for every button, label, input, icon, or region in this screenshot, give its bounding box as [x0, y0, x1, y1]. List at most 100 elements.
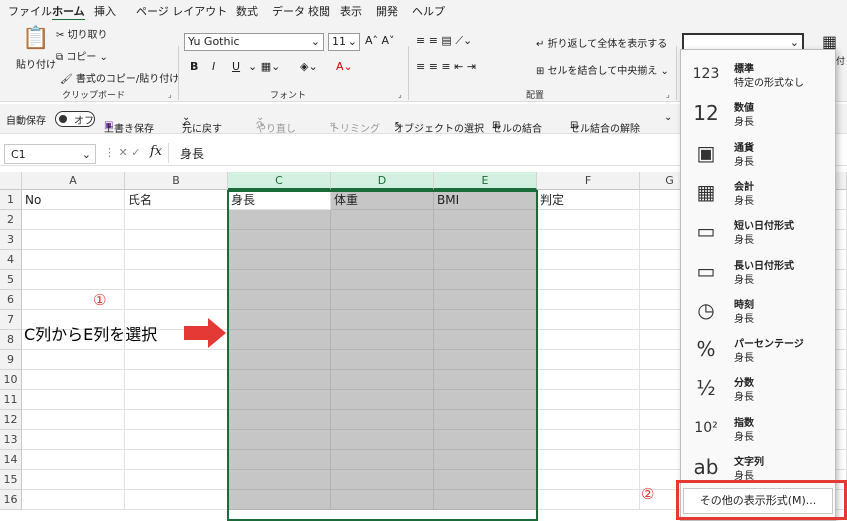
cell-e11[interactable]: [434, 390, 537, 410]
cell-c6[interactable]: [228, 290, 331, 310]
cell-c13[interactable]: [228, 430, 331, 450]
font-color-icon[interactable]: A⌄: [336, 60, 353, 73]
cell-d13[interactable]: [331, 430, 434, 450]
cell-c14[interactable]: [228, 450, 331, 470]
cell-b13[interactable]: [125, 430, 228, 450]
row-header-16[interactable]: 16: [0, 490, 22, 510]
cell-b12[interactable]: [125, 410, 228, 430]
cell-d6[interactable]: [331, 290, 434, 310]
row-header-7[interactable]: 7: [0, 310, 22, 330]
cell-f10[interactable]: [537, 370, 640, 390]
format-item-9[interactable]: 10² 指数 身長: [681, 408, 835, 447]
cell-e6[interactable]: [434, 290, 537, 310]
cell-b15[interactable]: [125, 470, 228, 490]
font-name-select[interactable]: Yu Gothic ⌄: [184, 33, 324, 51]
cell-c2[interactable]: [228, 210, 331, 230]
cell-f5[interactable]: [537, 270, 640, 290]
row-header-14[interactable]: 14: [0, 450, 22, 470]
fill-color-icon[interactable]: ◈⌄: [300, 60, 318, 73]
cell-d11[interactable]: [331, 390, 434, 410]
format-item-0[interactable]: 123 標準 特定の形式なし: [681, 54, 835, 93]
format-item-3[interactable]: ▦ 会計 身長: [681, 172, 835, 211]
cell-e1[interactable]: BMI: [434, 190, 537, 210]
cell-e3[interactable]: [434, 230, 537, 250]
cell-f15[interactable]: [537, 470, 640, 490]
cell-b3[interactable]: [125, 230, 228, 250]
cell-f8[interactable]: [537, 330, 640, 350]
cell-a6[interactable]: [22, 290, 125, 310]
cell-f12[interactable]: [537, 410, 640, 430]
cell-c4[interactable]: [228, 250, 331, 270]
font-size-select[interactable]: 11 ⌄: [328, 33, 360, 51]
copy-button[interactable]: ⧉ コピー ⌄: [56, 48, 108, 63]
merge-center-button[interactable]: ⊞ セルを結合して中央揃え ⌄: [536, 62, 669, 77]
cell-b2[interactable]: [125, 210, 228, 230]
cell-c5[interactable]: [228, 270, 331, 290]
cell-d16[interactable]: [331, 490, 434, 510]
row-header-4[interactable]: 4: [0, 250, 22, 270]
cell-b9[interactable]: [125, 350, 228, 370]
cell-c16[interactable]: [228, 490, 331, 510]
row-header-13[interactable]: 13: [0, 430, 22, 450]
paste-button[interactable]: 貼り付け: [16, 56, 56, 71]
autosave-toggle[interactable]: オフ: [55, 111, 95, 127]
col-header-a[interactable]: A: [22, 172, 125, 190]
cell-c12[interactable]: [228, 410, 331, 430]
underline-button[interactable]: U: [232, 60, 240, 73]
cell-a12[interactable]: [22, 410, 125, 430]
cell-e8[interactable]: [434, 330, 537, 350]
tab-formulas[interactable]: 数式: [236, 3, 258, 19]
tab-file[interactable]: ファイル: [8, 3, 52, 19]
italic-button[interactable]: I: [212, 60, 215, 73]
tab-developer[interactable]: 開発: [376, 3, 398, 19]
select-all-corner[interactable]: [0, 172, 22, 190]
align-top-icon[interactable]: ≡ ≡ ▤ ⟋⌄: [416, 34, 472, 48]
cell-c15[interactable]: [228, 470, 331, 490]
cell-e16[interactable]: [434, 490, 537, 510]
cell-b1[interactable]: 氏名: [125, 190, 228, 210]
cell-e14[interactable]: [434, 450, 537, 470]
cell-e4[interactable]: [434, 250, 537, 270]
tab-help[interactable]: ヘルプ: [412, 3, 445, 19]
cell-d12[interactable]: [331, 410, 434, 430]
format-item-5[interactable]: ▭ 長い日付形式 身長: [681, 251, 835, 290]
cell-b6[interactable]: [125, 290, 228, 310]
cell-a13[interactable]: [22, 430, 125, 450]
cell-f14[interactable]: [537, 450, 640, 470]
font-grow-icon[interactable]: A˄ A˅: [365, 34, 395, 47]
col-header-b[interactable]: B: [125, 172, 228, 190]
cell-c7[interactable]: [228, 310, 331, 330]
cell-f6[interactable]: [537, 290, 640, 310]
cell-e2[interactable]: [434, 210, 537, 230]
row-header-3[interactable]: 3: [0, 230, 22, 250]
format-ribbon-overflow[interactable]: 付: [836, 54, 845, 67]
tab-review[interactable]: 校閲: [308, 3, 330, 19]
name-box[interactable]: C1 ⌄: [4, 144, 96, 164]
cell-a10[interactable]: [22, 370, 125, 390]
cell-a1[interactable]: No: [22, 190, 125, 210]
row-header-10[interactable]: 10: [0, 370, 22, 390]
cell-c8[interactable]: [228, 330, 331, 350]
format-item-8[interactable]: ½ 分数 身長: [681, 368, 835, 407]
cell-f16[interactable]: [537, 490, 640, 510]
cell-b5[interactable]: [125, 270, 228, 290]
cell-d15[interactable]: [331, 470, 434, 490]
cell-d9[interactable]: [331, 350, 434, 370]
cell-d1[interactable]: 体重: [331, 190, 434, 210]
formula-input[interactable]: 身長: [180, 145, 204, 162]
cell-d3[interactable]: [331, 230, 434, 250]
tab-view[interactable]: 表示: [340, 3, 362, 19]
tab-data[interactable]: データ: [272, 3, 305, 19]
cell-f9[interactable]: [537, 350, 640, 370]
tab-page-layout[interactable]: ページ レイアウト: [136, 3, 227, 19]
bold-button[interactable]: B: [190, 60, 198, 73]
align-left-icon[interactable]: ≡ ≡ ≡ ⇤ ⇥: [416, 60, 476, 73]
cell-e7[interactable]: [434, 310, 537, 330]
row-header-12[interactable]: 12: [0, 410, 22, 430]
cell-e10[interactable]: [434, 370, 537, 390]
format-painter-button[interactable]: 🖌 書式のコピー/貼り付け: [60, 70, 179, 85]
col-header-d[interactable]: D: [331, 172, 434, 190]
cell-c10[interactable]: [228, 370, 331, 390]
cell-a11[interactable]: [22, 390, 125, 410]
tab-home[interactable]: ホーム: [52, 3, 85, 21]
